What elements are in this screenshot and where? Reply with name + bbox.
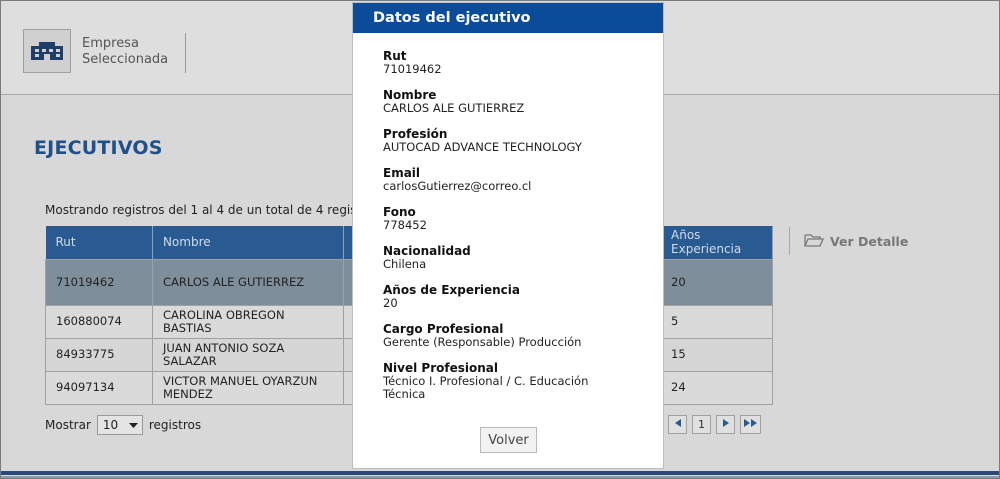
last-icon bbox=[744, 419, 757, 430]
field-label: Email bbox=[383, 166, 421, 180]
page-size-control: Mostrar 10 registros bbox=[45, 415, 201, 435]
field-label: Años de Experiencia bbox=[383, 283, 521, 297]
field-nombre: Nombre CARLOS ALE GUTIERREZ bbox=[383, 88, 633, 115]
field-value: Chilena bbox=[383, 257, 427, 271]
ver-detalle-button[interactable]: Ver Detalle bbox=[789, 227, 908, 255]
company-label-line1: Empresa bbox=[82, 36, 139, 51]
cell-anios: 24 bbox=[660, 370, 773, 405]
column-header-nombre[interactable]: Nombre bbox=[152, 226, 344, 259]
field-label: Rut bbox=[383, 49, 407, 63]
last-page-button[interactable] bbox=[740, 415, 761, 434]
column-header-rut[interactable]: Rut bbox=[45, 226, 153, 259]
page-size-select[interactable]: 10 bbox=[96, 415, 143, 435]
building-icon[interactable] bbox=[23, 29, 71, 73]
open-folder-icon bbox=[804, 232, 824, 251]
prev-icon bbox=[674, 419, 681, 430]
cell-nombre: CAROLINA OBREGON BASTIAS bbox=[151, 304, 344, 339]
cell-anios: 5 bbox=[660, 304, 773, 339]
field-value: 778452 bbox=[383, 218, 427, 232]
cell-rut: 160880074 bbox=[45, 304, 153, 339]
field-value: 20 bbox=[383, 296, 398, 310]
field-nivel-profesional: Nivel Profesional Técnico I. Profesional… bbox=[383, 361, 633, 401]
cell-anios: 20 bbox=[660, 258, 773, 306]
field-fono: Fono 778452 bbox=[383, 205, 633, 232]
mostrar-label: Mostrar bbox=[45, 418, 91, 432]
registros-label: registros bbox=[148, 418, 202, 432]
field-profesion: Profesión AUTOCAD ADVANCE TECHNOLOGY bbox=[383, 127, 633, 154]
field-label: Nacionalidad bbox=[383, 244, 471, 258]
footer-bar-accent bbox=[1, 476, 999, 478]
page-title: EJECUTIVOS bbox=[34, 137, 163, 159]
field-value: CARLOS ALE GUTIERREZ bbox=[383, 101, 525, 115]
volver-button[interactable]: Volver bbox=[480, 427, 537, 453]
cell-anios: 15 bbox=[660, 337, 773, 372]
cell-rut: 71019462 bbox=[45, 258, 153, 306]
pagination: 1 bbox=[668, 415, 761, 434]
field-email: Email carlosGutierrez@correo.cl bbox=[383, 166, 633, 193]
modal-header: Datos del ejecutivo bbox=[353, 3, 663, 33]
modal-body: Rut 71019462 Nombre CARLOS ALE GUTIERREZ… bbox=[353, 33, 663, 401]
field-label: Profesión bbox=[383, 127, 448, 141]
company-label: Empresa Seleccionada bbox=[82, 36, 168, 68]
executive-details-modal: Datos del ejecutivo Rut 71019462 Nombre … bbox=[353, 3, 663, 468]
field-anios-experiencia: Años de Experiencia 20 bbox=[383, 283, 633, 310]
next-icon bbox=[722, 419, 729, 430]
field-label: Cargo Profesional bbox=[383, 322, 504, 336]
cell-rut: 94097134 bbox=[45, 370, 153, 405]
field-value: carlosGutierrez@correo.cl bbox=[383, 179, 532, 193]
page-number-button[interactable]: 1 bbox=[692, 415, 711, 434]
field-value: Técnico I. Profesional / C. Educación Té… bbox=[383, 374, 589, 401]
field-rut: Rut 71019462 bbox=[383, 49, 633, 76]
prev-page-button[interactable] bbox=[668, 415, 687, 434]
next-page-button[interactable] bbox=[716, 415, 735, 434]
field-label: Fono bbox=[383, 205, 416, 219]
field-value: Gerente (Responsable) Producción bbox=[383, 335, 582, 349]
field-value: AUTOCAD ADVANCE TECHNOLOGY bbox=[383, 140, 582, 154]
field-label: Nivel Profesional bbox=[383, 361, 498, 375]
field-value: 71019462 bbox=[383, 62, 442, 76]
cell-nombre: VICTOR MANUEL OYARZUN MENDEZ bbox=[151, 370, 344, 405]
page-size-value: 10 bbox=[102, 418, 119, 432]
chevron-down-icon bbox=[128, 418, 138, 432]
field-label: Nombre bbox=[383, 88, 437, 102]
cell-nombre: CARLOS ALE GUTIERREZ bbox=[151, 258, 344, 306]
records-info: Mostrando registros del 1 al 4 de un tot… bbox=[45, 203, 380, 217]
header-divider bbox=[185, 33, 186, 73]
ver-detalle-label: Ver Detalle bbox=[830, 233, 909, 249]
field-cargo-profesional: Cargo Profesional Gerente (Responsable) … bbox=[383, 322, 633, 349]
column-header-anios[interactable]: Años Experiencia bbox=[660, 226, 773, 259]
modal-title: Datos del ejecutivo bbox=[373, 10, 531, 26]
cell-rut: 84933775 bbox=[45, 337, 153, 372]
company-label-line2: Seleccionada bbox=[82, 52, 169, 67]
field-nacionalidad: Nacionalidad Chilena bbox=[383, 244, 633, 271]
cell-nombre: JUAN ANTONIO SOZA SALAZAR bbox=[151, 337, 344, 372]
footer-bar bbox=[1, 471, 999, 475]
